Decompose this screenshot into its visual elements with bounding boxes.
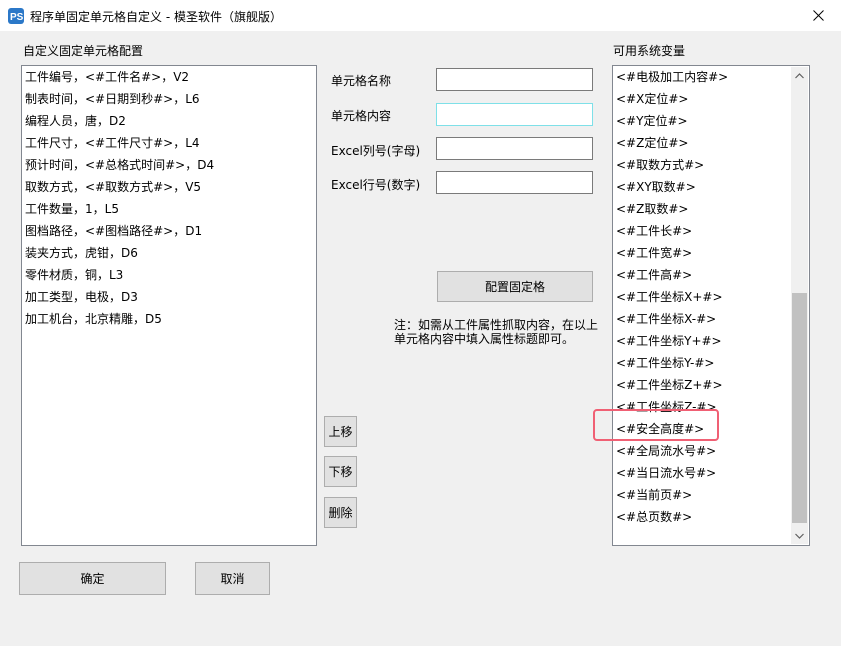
close-icon [812, 10, 824, 21]
list-item[interactable]: 加工类型，电极，D3 [22, 286, 316, 308]
system-variables-list[interactable]: <#电极加工内容#> <#X定位#> <#Y定位#> <#Z定位#> <#取数方式#> <… [612, 65, 810, 546]
list-item[interactable]: 工件数量，1，L5 [22, 198, 316, 220]
list-item[interactable]: <#Z取数#> [613, 198, 791, 220]
list-item[interactable]: <#当前页#> [613, 484, 791, 506]
cell-content-label: 单元格内容 [331, 109, 392, 123]
excel-col-input[interactable] [436, 137, 593, 160]
excel-row-input[interactable] [436, 171, 593, 194]
cell-name-input[interactable] [436, 68, 593, 91]
list-item[interactable]: <#工件坐标X-#> [613, 308, 791, 330]
list-item[interactable]: <#工件坐标Z+#> [613, 374, 791, 396]
custom-cells-label: 自定义固定单元格配置 [23, 44, 144, 58]
scroll-down-icon[interactable] [791, 527, 808, 544]
cell-name-label: 单元格名称 [331, 74, 392, 88]
list-item[interactable]: 制表时间，<#日期到秒#>，L6 [22, 88, 316, 110]
list-item[interactable]: <#工件坐标Y-#> [613, 352, 791, 374]
list-item[interactable]: 工件编号，<#工件名#>，V2 [22, 66, 316, 88]
excel-col-label: Excel列号(字母) [331, 144, 421, 158]
list-item[interactable]: 装夹方式，虎钳，D6 [22, 242, 316, 264]
close-button[interactable] [795, 0, 841, 31]
app-logo-icon: PS [8, 8, 24, 24]
list-item[interactable]: <#工件高#> [613, 264, 791, 286]
list-item[interactable]: <#XY取数#> [613, 176, 791, 198]
svg-text:PS: PS [10, 12, 24, 23]
system-variables-label: 可用系统变量 [613, 44, 686, 58]
list-item[interactable]: 零件材质，铜，L3 [22, 264, 316, 286]
list-item[interactable]: <#总页数#> [613, 506, 791, 528]
list-item[interactable]: <#工件长#> [613, 220, 791, 242]
excel-row-label: Excel行号(数字) [331, 178, 421, 192]
move-up-button[interactable]: 上移 [324, 416, 357, 447]
vertical-scrollbar[interactable] [791, 67, 808, 544]
list-item[interactable]: 取数方式，<#取数方式#>，V5 [22, 176, 316, 198]
list-item[interactable]: <#工件宽#> [613, 242, 791, 264]
list-item[interactable]: <#Y定位#> [613, 110, 791, 132]
list-item[interactable]: 工件尺寸，<#工件尺寸#>，L4 [22, 132, 316, 154]
delete-button[interactable]: 删除 [324, 497, 357, 528]
list-item[interactable]: <#工件坐标Y+#> [613, 330, 791, 352]
configure-fixed-cell-button[interactable]: 配置固定格 [437, 271, 593, 302]
cell-content-input[interactable] [436, 103, 593, 126]
list-item[interactable]: 加工机台，北京精雕，D5 [22, 308, 316, 330]
list-item[interactable]: <#工件坐标X+#> [613, 286, 791, 308]
window-title: 程序单固定单元格自定义 - 模圣软件（旗舰版） [30, 10, 282, 24]
list-item[interactable]: 预计时间，<#总格式时间#>，D4 [22, 154, 316, 176]
list-item[interactable]: 图档路径，<#图档路径#>，D1 [22, 220, 316, 242]
list-item[interactable]: <#工件坐标Z-#> [613, 396, 791, 418]
ok-button[interactable]: 确定 [19, 562, 166, 595]
list-item[interactable]: <#安全高度#> [613, 418, 791, 440]
scroll-up-icon[interactable] [791, 67, 808, 84]
list-item[interactable]: <#Z定位#> [613, 132, 791, 154]
title-bar: PS 程序单固定单元格自定义 - 模圣软件（旗舰版） [0, 0, 841, 31]
list-item[interactable]: <#电极加工内容#> [613, 66, 791, 88]
list-item[interactable]: <#取数方式#> [613, 154, 791, 176]
note-text: 注：如需从工件属性抓取内容，在以上单元格内容中填入属性标题即可。 [394, 318, 599, 346]
move-down-button[interactable]: 下移 [324, 456, 357, 487]
list-item[interactable]: <#当日流水号#> [613, 462, 791, 484]
list-item[interactable]: <#X定位#> [613, 88, 791, 110]
custom-cells-list[interactable]: 工件编号，<#工件名#>，V2 制表时间，<#日期到秒#>，L6 编程人员，唐，D2… [21, 65, 317, 546]
list-item[interactable]: <#全局流水号#> [613, 440, 791, 462]
scroll-thumb[interactable] [792, 293, 807, 523]
cancel-button[interactable]: 取消 [195, 562, 270, 595]
list-item[interactable]: 编程人员，唐，D2 [22, 110, 316, 132]
